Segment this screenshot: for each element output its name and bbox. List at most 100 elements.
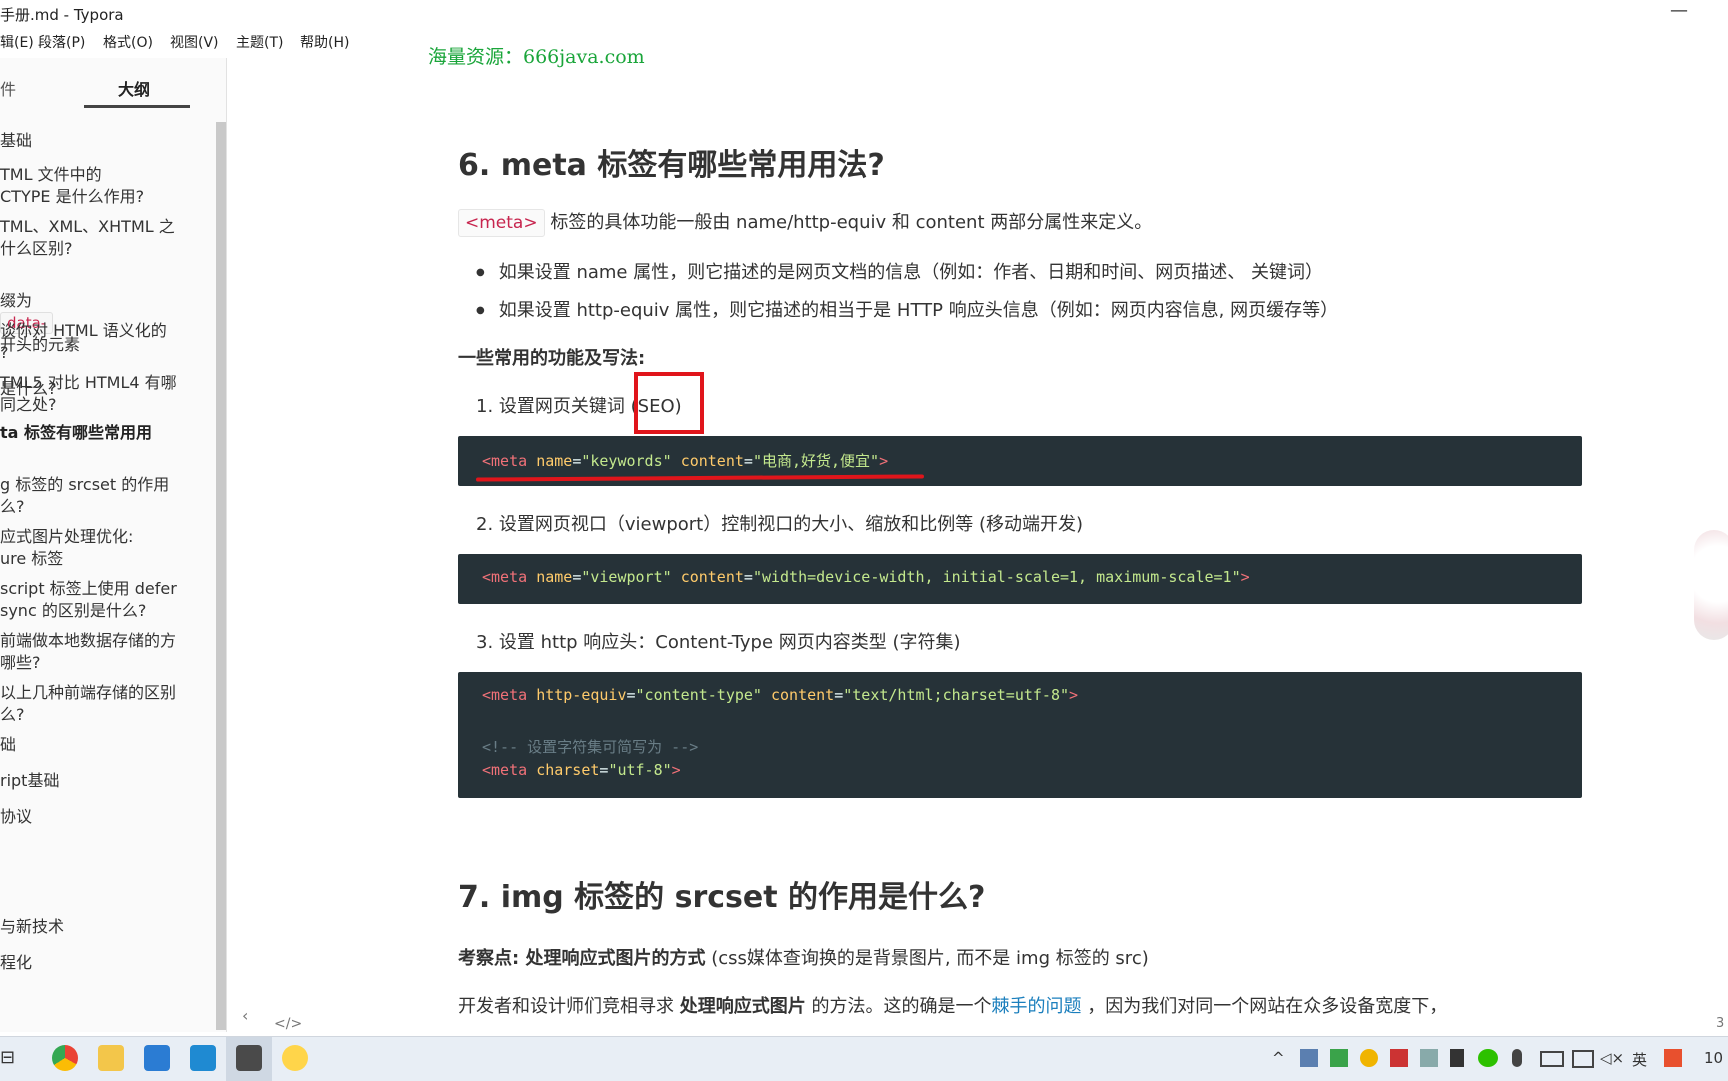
menu-view[interactable]: 视图(V)	[170, 32, 219, 52]
app-icon[interactable]	[282, 1045, 308, 1071]
code-token: <meta	[482, 452, 528, 470]
code-token: <meta	[482, 686, 528, 704]
code-line: <meta http-equiv="content-type" content=…	[482, 686, 1079, 704]
outline-item[interactable]: 前端做本地数据存储的方 哪些?	[0, 630, 200, 674]
focus-label: 考察点: 处理响应式图片的方式	[458, 948, 706, 969]
outline-item[interactable]: 谈你对 HTML 语义化的 ?	[0, 320, 200, 364]
code-token: "text/html;charset=utf-8"	[843, 686, 1070, 704]
microphone-icon[interactable]	[1512, 1049, 1522, 1067]
outline-item-prefix: 缀为	[0, 291, 33, 310]
network-icon[interactable]	[1572, 1050, 1594, 1068]
code-line: <meta name="keywords" content="电商,好货,便宜"…	[482, 452, 889, 470]
menu-paragraph[interactable]: 段落(P)	[38, 32, 85, 52]
code-token: name	[536, 568, 573, 586]
intro-paragraph: <meta> 标签的具体功能一般由 name/http-equiv 和 cont…	[458, 208, 1153, 237]
vscode-icon[interactable]	[190, 1045, 216, 1071]
clock[interactable]: 10	[1704, 1049, 1723, 1067]
code-token: >	[671, 761, 681, 779]
common-heading: 一些常用的功能及写法:	[458, 348, 646, 369]
wechat-icon[interactable]	[1478, 1049, 1498, 1067]
step-item: 3. 设置 http 响应头：Content-Type 网页内容类型 (字符集)	[476, 632, 961, 653]
window-title: 手册.md - Typora	[0, 6, 124, 24]
list-item: 如果设置 name 属性，则它描述的是网页文档的信息（例如：作者、日期和时间、网…	[476, 258, 1323, 284]
taskbar: ⊟ ^ ◁× 英 10	[0, 1036, 1728, 1081]
chevron-left-icon[interactable]: ‹	[242, 1006, 248, 1025]
code-token: >	[1069, 686, 1079, 704]
outline-item[interactable]: 以上几种前端存储的区别 么?	[0, 682, 200, 726]
section-heading: 7. img 标签的 srcset 的作用是什么?	[458, 880, 986, 915]
menu-theme[interactable]: 主题(T)	[236, 32, 283, 52]
sogou-icon[interactable]	[1664, 1049, 1682, 1067]
body-paragraph: 开发者和设计师们竞相寻求 处理响应式图片 的方法。这的确是一个棘手的问题 ，因为…	[458, 992, 1447, 1018]
code-token: content	[680, 568, 744, 586]
tray-icon[interactable]	[1330, 1049, 1348, 1067]
inline-code: <meta>	[458, 209, 545, 237]
task-view-icon[interactable]: ⊟	[0, 1047, 15, 1068]
chevron-up-icon[interactable]: ^	[1272, 1049, 1285, 1067]
text: 的方法。这的确是一个	[805, 996, 992, 1017]
outline-item-active[interactable]: ta 标签有哪些常用用	[0, 422, 200, 444]
text: 开发者和设计师们竞相寻求	[458, 996, 680, 1017]
code-token: "keywords"	[581, 452, 672, 470]
focus-paragraph: 考察点: 处理响应式图片的方式 (css媒体查询换的是背景图片, 而不是 img…	[458, 944, 1149, 970]
editor-content[interactable]: 6. meta 标签有哪些常用用法? <meta> 标签的具体功能一般由 nam…	[458, 0, 1588, 1036]
code-line: <meta charset="utf-8">	[482, 761, 681, 779]
code-token: name	[536, 452, 573, 470]
tray-icon[interactable]	[1420, 1049, 1438, 1067]
sidebar: 件 大纲 基础 TML 文件中的 CTYPE 是什么作用? TML、XML、XH…	[0, 58, 227, 1032]
code-block[interactable]: <meta http-equiv="content-type" content=…	[458, 672, 1582, 798]
sidebar-scrollbar[interactable]	[216, 122, 226, 1030]
outline-item[interactable]: TML、XML、XHTML 之 什么区别?	[0, 216, 200, 260]
folder-icon[interactable]	[98, 1045, 124, 1071]
outline-item[interactable]: 与新技术	[0, 916, 200, 938]
code-token: <meta	[482, 761, 528, 779]
code-token: "电商,好货,便宜"	[752, 452, 880, 470]
outline-item[interactable]: script 标签上使用 defer sync 的区别是什么?	[0, 578, 200, 622]
outline-item[interactable]: 应式图片处理优化: ure 标签	[0, 526, 200, 570]
battery-icon[interactable]	[1540, 1051, 1564, 1067]
chrome-icon[interactable]	[52, 1045, 78, 1071]
minimize-button[interactable]: —	[1670, 0, 1688, 21]
focus-note: (css媒体查询换的是背景图片, 而不是 img 标签的 src)	[705, 948, 1149, 969]
floating-mascot-icon[interactable]	[1694, 530, 1728, 640]
outline-item[interactable]: TML 文件中的 CTYPE 是什么作用?	[0, 164, 200, 208]
source-code-icon[interactable]: </>	[274, 1016, 302, 1032]
code-token: charset	[536, 761, 600, 779]
code-line: <meta name="viewport" content="width=dev…	[482, 568, 1250, 586]
code-comment: <!-- 设置字符集可简写为 -->	[482, 738, 699, 756]
code-token: <meta	[482, 568, 528, 586]
outline-item[interactable]: TML5 对比 HTML4 有哪 同之处?	[0, 372, 200, 416]
menu-edit[interactable]: 辑(E)	[0, 32, 34, 52]
code-token: http-equiv	[536, 686, 627, 704]
section-heading: 6. meta 标签有哪些常用用法?	[458, 148, 885, 183]
code-token: >	[879, 452, 889, 470]
outline-item[interactable]: 基础	[0, 130, 200, 152]
code-block[interactable]: <meta name="viewport" content="width=dev…	[458, 554, 1582, 604]
speaker-muted-icon[interactable]: ◁×	[1600, 1049, 1624, 1067]
outline-item[interactable]: 程化	[0, 952, 200, 974]
intro-text: 标签的具体功能一般由 name/http-equiv 和 content 两部分…	[550, 212, 1153, 233]
ime-language[interactable]: 英	[1632, 1049, 1647, 1070]
typora-icon[interactable]	[236, 1045, 262, 1071]
outline-item[interactable]: ript基础	[0, 770, 200, 792]
tab-outline[interactable]: 大纲	[118, 76, 150, 100]
tab-active-indicator	[84, 105, 190, 108]
tray-icon[interactable]	[1360, 1049, 1378, 1067]
menu-format[interactable]: 格式(O)	[103, 32, 153, 52]
word-icon[interactable]	[144, 1045, 170, 1071]
outline-item[interactable]: 协议	[0, 806, 200, 828]
code-token: "utf-8"	[608, 761, 672, 779]
code-token: content	[771, 686, 835, 704]
link[interactable]: 棘手的问题	[991, 996, 1081, 1017]
tab-files[interactable]: 件	[0, 76, 16, 100]
tray-icon[interactable]	[1300, 1049, 1318, 1067]
tray-icon[interactable]	[1390, 1049, 1408, 1067]
code-token: >	[1240, 568, 1250, 586]
bold-text: 处理响应式图片	[679, 996, 806, 1017]
code-token: "viewport"	[581, 568, 672, 586]
outline-item[interactable]: 础	[0, 734, 200, 756]
text: ，因为我们对同一个网站在众多设备宽度下，	[1081, 996, 1448, 1017]
bookmark-icon[interactable]	[1450, 1049, 1464, 1067]
outline-item[interactable]: g 标签的 srcset 的作用 么?	[0, 474, 200, 518]
menu-help[interactable]: 帮助(H)	[300, 32, 349, 52]
